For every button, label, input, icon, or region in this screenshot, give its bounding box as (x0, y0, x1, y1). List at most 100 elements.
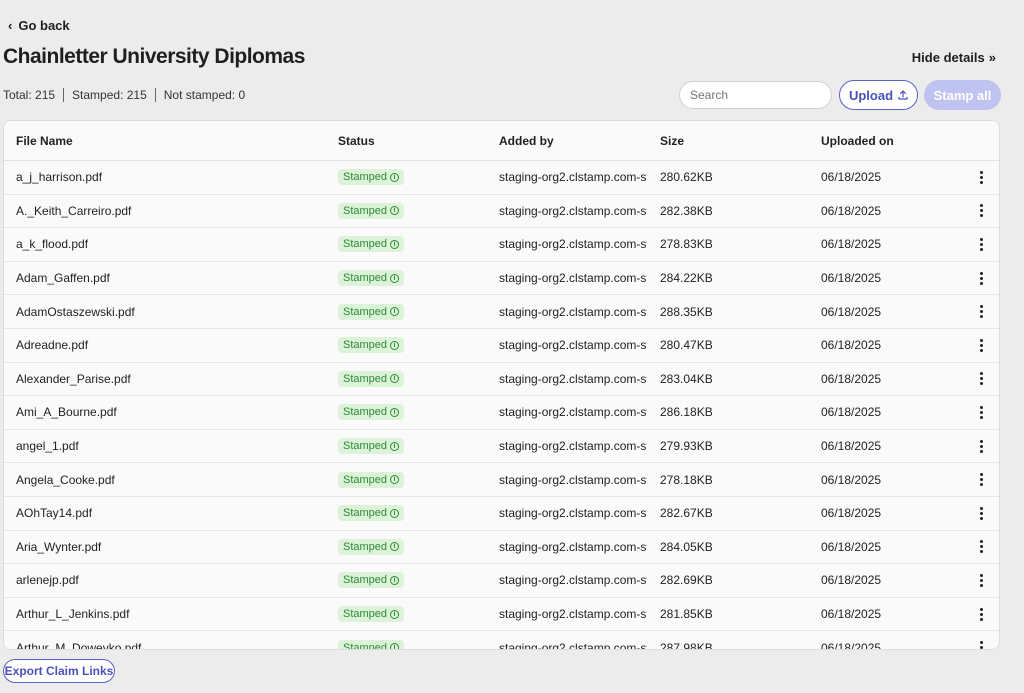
table-row[interactable]: Aria_Wynter.pdf Stamped i staging-org2.clst… (4, 530, 999, 565)
info-icon[interactable]: i (390, 307, 400, 317)
uploaded-on-cell: 06/18/2025 (821, 237, 882, 252)
info-icon[interactable]: i (390, 575, 400, 585)
uploaded-on-cell: 06/18/2025 (821, 472, 882, 487)
row-actions-cell (971, 438, 999, 455)
table-row[interactable]: A._Keith_Carreiro.pdf Stamped i staging-org… (4, 194, 999, 229)
uploaded-on-cell: 06/18/2025 (821, 539, 882, 554)
table-row[interactable]: a_k_flood.pdf Stamped i staging-org2.clstam… (4, 228, 999, 262)
stamp-all-button[interactable]: Stamp all (924, 80, 1001, 110)
status-badge: Stamped i (338, 572, 405, 589)
more-options-icon[interactable] (976, 572, 987, 589)
status-badge: Stamped i (338, 471, 405, 488)
added-by-cell: staging-org2.clstamp.com-staff (499, 304, 647, 319)
info-icon[interactable]: i (390, 441, 400, 451)
status-label: Stamped (343, 372, 388, 385)
table-row[interactable]: arlenejp.pdf Stamped i staging-org2.clstamp… (4, 564, 999, 598)
size-cell: 282.69KB (660, 573, 713, 588)
info-icon[interactable]: i (390, 206, 400, 216)
table-row[interactable]: AOhTay14.pdf Stamped i staging-org2.clstamp… (4, 496, 999, 531)
table-row[interactable]: Arthur_M_Dowevko.pdf Stamped i staging-org2… (4, 631, 999, 650)
status-badge: Stamped i (338, 538, 405, 555)
size-cell: 280.62KB (660, 170, 713, 185)
status-label: Stamped (343, 574, 388, 587)
status-label: Stamped (343, 608, 388, 621)
status-badge: Stamped i (338, 303, 405, 320)
status-cell: Stamped i (338, 202, 499, 219)
row-actions-cell (971, 572, 999, 589)
table-row[interactable]: Adreadne.pdf Stamped i staging-org2.clstamp… (4, 328, 999, 363)
uploaded-on-cell: 06/18/2025 (821, 640, 882, 650)
uploaded-on-cell: 06/18/2025 (821, 170, 882, 185)
more-options-icon[interactable] (976, 639, 987, 649)
added-by-cell: staging-org2.clstamp.com-staff (499, 170, 647, 185)
more-options-icon[interactable] (976, 538, 987, 555)
more-options-icon[interactable] (976, 370, 987, 387)
status-badge: Stamped i (338, 202, 405, 219)
table-row[interactable]: Arthur_L_Jenkins.pdf Stamped i staging-org2… (4, 597, 999, 632)
col-header-uploaded-on[interactable]: Uploaded on (821, 134, 971, 148)
status-label: Stamped (343, 305, 388, 318)
table-row[interactable]: a_j_harrison.pdf Stamped i staging-org2.cls… (4, 161, 999, 195)
more-options-icon[interactable] (976, 404, 987, 421)
hide-details-button[interactable]: Hide details » (912, 50, 996, 65)
info-icon[interactable]: i (390, 643, 400, 649)
export-claim-links-button[interactable]: Export Claim Links (3, 659, 115, 683)
status-cell: Stamped i (338, 236, 499, 253)
file-name-cell: a_k_flood.pdf (16, 237, 89, 252)
info-icon[interactable]: i (390, 172, 400, 182)
files-table: File Name Status Added by Size Uploaded … (3, 120, 1000, 650)
col-header-file-name[interactable]: File Name (4, 134, 338, 148)
table-row[interactable]: Angela_Cooke.pdf Stamped i staging-org2.cls… (4, 463, 999, 497)
more-options-icon[interactable] (976, 438, 987, 455)
size-cell: 284.22KB (660, 271, 713, 286)
more-options-icon[interactable] (976, 169, 987, 186)
status-cell: Stamped i (338, 538, 499, 555)
more-options-icon[interactable] (976, 337, 987, 354)
info-icon[interactable]: i (390, 340, 400, 350)
status-cell: Stamped i (338, 404, 499, 421)
col-header-status[interactable]: Status (338, 134, 499, 148)
row-actions-cell (971, 169, 999, 186)
more-options-icon[interactable] (976, 471, 987, 488)
info-icon[interactable]: i (390, 407, 400, 417)
more-options-icon[interactable] (976, 270, 987, 287)
status-cell: Stamped i (338, 505, 499, 522)
more-options-icon[interactable] (976, 505, 987, 522)
file-name-cell: arlenejp.pdf (16, 573, 79, 588)
more-options-icon[interactable] (976, 202, 987, 219)
table-row[interactable]: Ami_A_Bourne.pdf Stamped i staging-org2.cls… (4, 396, 999, 430)
upload-label: Upload (848, 87, 894, 103)
table-row[interactable]: angel_1.pdf Stamped i staging-org2.clstamp.… (4, 429, 999, 464)
file-name-cell: Arthur_M_Dowevko.pdf (16, 640, 142, 650)
status-label: Stamped (343, 171, 388, 184)
col-header-added-by[interactable]: Added by (499, 134, 647, 148)
status-badge: Stamped i (338, 236, 405, 253)
table-row[interactable]: AdamOstaszewski.pdf Stamped i staging-org2.… (4, 295, 999, 329)
status-label: Stamped (343, 440, 388, 453)
file-name-cell: a_j_harrison.pdf (16, 170, 103, 185)
info-icon[interactable]: i (390, 609, 400, 619)
status-badge: Stamped i (338, 438, 405, 455)
search-input[interactable] (679, 81, 832, 109)
stat-not-stamped: Not stamped: 0 (163, 88, 246, 102)
col-header-size[interactable]: Size (660, 134, 821, 148)
table-row[interactable]: Alexander_Parise.pdf Stamped i staging-org2… (4, 362, 999, 397)
info-icon[interactable]: i (390, 239, 400, 249)
stat-divider (154, 88, 156, 102)
info-icon[interactable]: i (390, 508, 400, 518)
more-options-icon[interactable] (976, 303, 987, 320)
info-icon[interactable]: i (390, 542, 400, 552)
info-icon[interactable]: i (390, 374, 400, 384)
info-icon[interactable]: i (390, 475, 400, 485)
upload-icon (898, 90, 908, 100)
more-options-icon[interactable] (976, 236, 987, 253)
uploaded-on-cell: 06/18/2025 (821, 607, 882, 622)
upload-button[interactable]: Upload (839, 80, 918, 110)
row-actions-cell (971, 639, 999, 649)
more-options-icon[interactable] (976, 606, 987, 623)
table-row[interactable]: Adam_Gaffen.pdf Stamped i staging-org2.clst… (4, 261, 999, 296)
added-by-cell: staging-org2.clstamp.com-staff (499, 203, 647, 218)
table-body: a_j_harrison.pdf Stamped i staging-org2.cls… (4, 161, 999, 650)
info-icon[interactable]: i (390, 273, 400, 283)
go-back-link[interactable]: ‹ Go back (8, 18, 70, 33)
